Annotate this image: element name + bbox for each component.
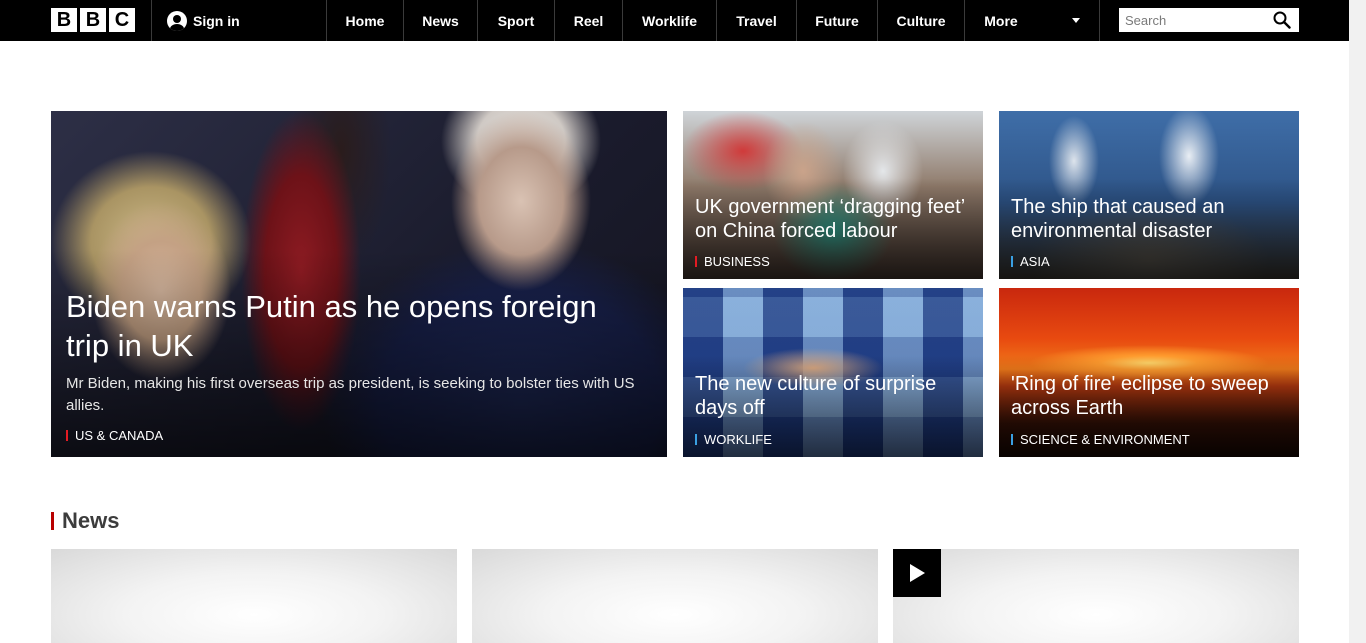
user-icon: [167, 10, 187, 31]
nav-travel[interactable]: Travel: [717, 0, 796, 41]
news-story-image[interactable]: [51, 549, 457, 643]
play-icon[interactable]: [893, 549, 941, 597]
story-card[interactable]: 'Ring of fire' eclipse to sweep across E…: [999, 288, 1299, 457]
top-navigation: B B C Sign in Home News Sport Reel Workl…: [0, 0, 1349, 41]
section-accent-bar: [51, 512, 54, 530]
logo-letter-c: C: [109, 8, 135, 32]
nav-divider: [151, 0, 152, 41]
search-input[interactable]: [1119, 8, 1269, 32]
story-tag[interactable]: ASIA: [1011, 254, 1050, 269]
sign-in-link[interactable]: Sign in: [167, 0, 240, 41]
hero-headline[interactable]: Biden warns Putin as he opens foreign tr…: [66, 287, 646, 365]
nav-reel[interactable]: Reel: [555, 0, 622, 41]
story-tag[interactable]: SCIENCE & ENVIRONMENT: [1011, 432, 1190, 447]
tag-bar: [695, 256, 697, 267]
story-tag-label: WORKLIFE: [704, 432, 772, 447]
tag-bar: [695, 434, 697, 445]
hero-tag[interactable]: US & CANADA: [66, 428, 163, 443]
search-icon[interactable]: [1273, 11, 1291, 29]
nav-worklife[interactable]: Worklife: [623, 0, 716, 41]
bbc-logo[interactable]: B B C: [51, 8, 135, 32]
story-card[interactable]: The new culture of surprise days off WOR…: [683, 288, 983, 457]
story-tag[interactable]: WORKLIFE: [695, 432, 772, 447]
nav-future[interactable]: Future: [797, 0, 877, 41]
story-card[interactable]: UK government ‘dragging feet’ on China f…: [683, 111, 983, 279]
nav-home[interactable]: Home: [327, 0, 403, 41]
news-section-title[interactable]: News: [62, 508, 119, 534]
nav-divider: [1099, 0, 1100, 41]
story-tag-label: ASIA: [1020, 254, 1050, 269]
logo-letter-b1: B: [51, 8, 77, 32]
story-headline[interactable]: The ship that caused an environmental di…: [1011, 195, 1291, 243]
sign-in-label: Sign in: [193, 12, 240, 29]
nav-culture[interactable]: Culture: [878, 0, 964, 41]
tag-bar: [1011, 256, 1013, 267]
page-scrollbar[interactable]: [1349, 0, 1366, 643]
news-story-image[interactable]: [893, 549, 1299, 643]
hero-summary: Mr Biden, making his first overseas trip…: [66, 375, 635, 414]
chevron-down-icon[interactable]: [1072, 18, 1080, 23]
story-tag-label: BUSINESS: [704, 254, 770, 269]
story-card[interactable]: The ship that caused an environmental di…: [999, 111, 1299, 279]
story-headline[interactable]: 'Ring of fire' eclipse to sweep across E…: [1011, 372, 1291, 420]
story-headline[interactable]: UK government ‘dragging feet’ on China f…: [695, 195, 975, 243]
logo-letter-b2: B: [80, 8, 106, 32]
hero-tag-label: US & CANADA: [75, 428, 164, 443]
nav-more[interactable]: More: [965, 0, 1037, 41]
news-section-header: News: [51, 508, 119, 534]
story-headline[interactable]: The new culture of surprise days off: [695, 372, 975, 420]
tag-bar: [1011, 434, 1013, 445]
story-tag[interactable]: BUSINESS: [695, 254, 770, 269]
news-story-image[interactable]: [472, 549, 878, 643]
story-tag-label: SCIENCE & ENVIRONMENT: [1020, 432, 1190, 447]
nav-news[interactable]: News: [404, 0, 477, 41]
nav-sport[interactable]: Sport: [478, 0, 554, 41]
search-box: [1119, 8, 1299, 32]
tag-bar: [66, 430, 68, 441]
hero-story-card[interactable]: Biden warns Putin as he opens foreign tr…: [51, 111, 667, 457]
